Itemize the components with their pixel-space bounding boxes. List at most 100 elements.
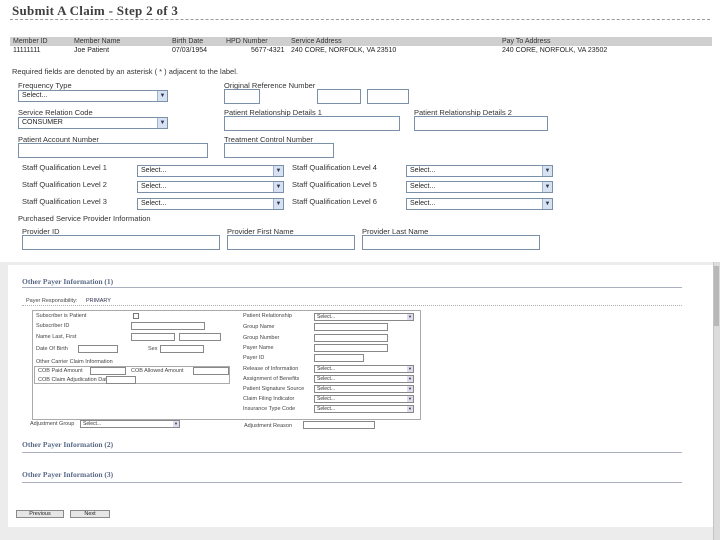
staff-level-1-label: Staff Qualification Level 1 — [22, 163, 107, 172]
section-3-rule — [22, 482, 682, 483]
name-last-first-label: Name Last, First — [36, 334, 77, 340]
cob-allowed-input[interactable] — [193, 367, 229, 375]
member-id-header: Member ID — [13, 38, 48, 45]
service-relation-select[interactable]: CONSUMER ▼ — [18, 117, 168, 129]
staff-level-5-label: Staff Qualification Level 5 — [292, 180, 377, 189]
subscriber-is-patient-checkbox[interactable] — [133, 313, 139, 319]
group-number-label: Group Number — [243, 335, 280, 341]
cob-adjudication-date-input[interactable] — [106, 376, 136, 384]
previous-button[interactable]: Previous — [16, 510, 64, 518]
patient-relationship-select[interactable]: Select... ▼ — [314, 313, 414, 321]
birth-date-value: 07/03/1954 — [172, 47, 208, 54]
service-address-header: Service Address — [291, 38, 342, 45]
release-of-information-label: Release of Information — [243, 366, 299, 372]
assignment-of-benefits-select[interactable]: Select... ▼ — [314, 375, 414, 383]
adjustment-group-label: Adjustment Group — [30, 421, 75, 427]
hpd-number-value: 5677-4321 — [251, 47, 285, 54]
page-title: Submit A Claim - Step 2 of 3 — [12, 3, 179, 18]
staff-level-3-label: Staff Qualification Level 3 — [22, 197, 107, 206]
staff-level-4-select[interactable]: Select... ▼ — [406, 165, 553, 177]
staff-level-2-label: Staff Qualification Level 2 — [22, 180, 107, 189]
payer-responsibility-label: Payer Responsibility: — [26, 298, 78, 304]
subscriber-first-name-input[interactable] — [179, 333, 221, 341]
adjustment-reason-input[interactable] — [303, 421, 375, 429]
cob-paid-input[interactable] — [90, 367, 126, 375]
treatment-control-input[interactable] — [224, 143, 334, 158]
sex-input[interactable] — [160, 345, 204, 353]
other-payer-section-1-header[interactable]: Other Payer Information (1) — [22, 277, 113, 286]
scrollbar-thumb[interactable] — [714, 266, 719, 326]
next-button[interactable]: Next — [70, 510, 110, 518]
staff-level-6-label: Staff Qualification Level 6 — [292, 197, 377, 206]
section-1-rule — [22, 287, 682, 288]
sex-label: Sex — [148, 346, 158, 352]
chevron-down-icon: ▼ — [273, 166, 283, 176]
other-payer-section-3-header[interactable]: Other Payer Information (3) — [22, 470, 113, 479]
chevron-down-icon: ▼ — [407, 386, 413, 392]
patient-relationship-2-input[interactable] — [414, 116, 548, 131]
provider-last-name-input[interactable] — [362, 235, 540, 250]
date-of-birth-input[interactable] — [78, 345, 118, 353]
payer-responsibility-value: PRIMARY — [86, 298, 111, 304]
staff-level-2-select[interactable]: Select... ▼ — [137, 181, 284, 193]
cob-adjudication-date-label: COB Claim Adjudication Date — [38, 377, 110, 383]
payer-name-input[interactable] — [314, 344, 388, 352]
payer-id-label: Payer ID — [243, 355, 265, 361]
service-address-value: 240 CORE, NORFOLK, VA 23510 — [291, 47, 397, 54]
chevron-down-icon: ▼ — [407, 396, 413, 402]
subscriber-id-input[interactable] — [131, 322, 205, 330]
pay-to-address-value: 240 CORE, NORFOLK, VA 23502 — [502, 47, 608, 54]
claim-filing-indicator-select[interactable]: Select... ▼ — [314, 395, 414, 403]
pay-to-address-header: Pay To Address — [502, 38, 551, 45]
patient-relationship-label: Patient Relationship — [243, 313, 292, 319]
purchased-provider-heading: Purchased Service Provider Information — [18, 214, 151, 223]
other-carrier-claim-heading: Other Carrier Claim Information — [36, 359, 113, 365]
claim-filing-indicator-label: Claim Filing Indicator — [243, 396, 295, 402]
staff-level-6-select[interactable]: Select... ▼ — [406, 198, 553, 210]
release-of-information-select[interactable]: Select... ▼ — [314, 365, 414, 373]
chevron-down-icon: ▼ — [542, 199, 552, 209]
staff-level-3-select[interactable]: Select... ▼ — [137, 198, 284, 210]
section-2-rule — [22, 452, 682, 453]
title-divider — [10, 19, 710, 20]
adjustment-reason-label: Adjustment Reason — [244, 423, 292, 429]
chevron-down-icon: ▼ — [273, 182, 283, 192]
subscriber-is-patient-label: Subscriber is Patient — [36, 313, 87, 319]
adjustment-group-select[interactable]: Select... ▼ — [80, 420, 180, 428]
frequency-type-select[interactable]: Select... ▼ — [18, 90, 168, 102]
member-id-value: 11111111 — [13, 47, 41, 54]
subscriber-last-name-input[interactable] — [131, 333, 175, 341]
cob-allowed-label: COB Allowed Amount — [131, 368, 184, 374]
hpd-number-header: HPD Number — [226, 38, 268, 45]
chevron-down-icon: ▼ — [407, 366, 413, 372]
original-reference-input-1[interactable] — [224, 89, 260, 104]
member-name-value: Joe Patient — [74, 47, 110, 54]
subscriber-id-label: Subscriber ID — [36, 323, 70, 329]
patient-signature-source-label: Patient Signature Source — [243, 386, 305, 392]
chevron-down-icon: ▼ — [173, 421, 179, 427]
chevron-down-icon: ▼ — [542, 182, 552, 192]
group-number-input[interactable] — [314, 334, 388, 342]
staff-level-1-select[interactable]: Select... ▼ — [137, 165, 284, 177]
patient-relationship-1-input[interactable] — [224, 116, 400, 131]
staff-level-4-label: Staff Qualification Level 4 — [292, 163, 377, 172]
payer-id-input[interactable] — [314, 354, 364, 362]
group-name-input[interactable] — [314, 323, 388, 331]
birth-date-header: Birth Date — [172, 38, 204, 45]
patient-signature-source-select[interactable]: Select... ▼ — [314, 385, 414, 393]
original-reference-input-2[interactable] — [317, 89, 361, 104]
provider-id-input[interactable] — [22, 235, 220, 250]
patient-account-input[interactable] — [18, 143, 208, 158]
provider-first-name-input[interactable] — [227, 235, 355, 250]
chevron-down-icon: ▼ — [407, 376, 413, 382]
cob-paid-label: COB Paid Amount — [38, 368, 83, 374]
chevron-down-icon: ▼ — [407, 314, 413, 320]
chevron-down-icon: ▼ — [407, 406, 413, 412]
payer-name-label: Payer Name — [243, 345, 274, 351]
insurance-type-code-select[interactable]: Select... ▼ — [314, 405, 414, 413]
original-reference-input-3[interactable] — [367, 89, 409, 104]
staff-level-5-select[interactable]: Select... ▼ — [406, 181, 553, 193]
date-of-birth-label: Date Of Birth — [36, 346, 68, 352]
other-payer-section-2-header[interactable]: Other Payer Information (2) — [22, 440, 113, 449]
chevron-down-icon: ▼ — [542, 166, 552, 176]
